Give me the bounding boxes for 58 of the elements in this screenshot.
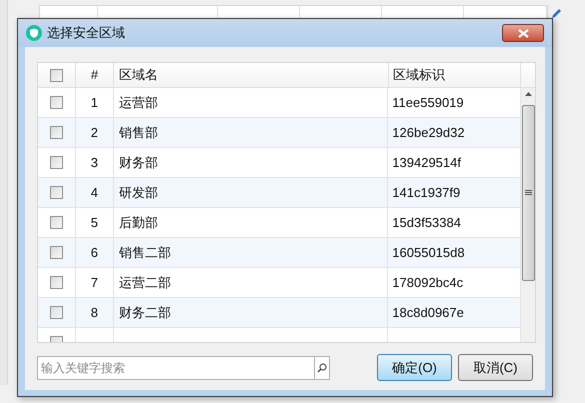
table-cell: 4 <box>76 178 114 207</box>
column-header: 区域名 <box>114 63 389 87</box>
scrollbar[interactable] <box>520 88 535 342</box>
checkbox[interactable] <box>50 246 63 259</box>
table-cell-text: 11ee559019 <box>391 94 465 112</box>
checkbox[interactable] <box>50 96 63 109</box>
table-cell: 1 <box>76 88 114 117</box>
table-cell: 7 <box>76 268 114 297</box>
table-cell: 财务二部 <box>114 298 388 327</box>
search-icon[interactable] <box>317 362 327 372</box>
checkbox[interactable] <box>50 186 63 199</box>
scroll-up-icon[interactable] <box>524 92 532 96</box>
shield-icon <box>26 25 42 41</box>
close-button[interactable] <box>502 24 544 42</box>
table-cell: 8 <box>76 298 114 327</box>
table-cell: 6 <box>76 238 114 267</box>
table-row[interactable]: 7 运营二部 178092bc4c <box>38 268 520 298</box>
checkbox[interactable] <box>50 306 63 319</box>
table-cell: 运营部 <box>114 88 388 117</box>
table-cell-text: 139429514f <box>391 154 462 172</box>
table-cell: 5 <box>76 208 114 237</box>
table-cell-text: 178092bc4c <box>391 274 464 292</box>
table-cell-text: 18c8d0967e <box>391 304 465 322</box>
table-row[interactable]: 5 后勤部 15d3f53384 <box>38 208 520 238</box>
table-row[interactable]: 2 销售部 126be29d32 <box>38 118 520 148</box>
window-title: 选择安全区域 <box>47 24 125 42</box>
grip-icon <box>524 190 532 196</box>
checkbox[interactable] <box>50 68 63 82</box>
checkbox[interactable] <box>50 126 63 139</box>
table-cell: 研发部 <box>114 178 388 207</box>
pencil-icon[interactable] <box>550 8 562 20</box>
table-row[interactable]: 8 财务二部 18c8d0967e <box>38 298 520 328</box>
table-cell: 后勤部 <box>114 208 388 237</box>
checkbox[interactable] <box>50 156 63 169</box>
table-cell: 销售部 <box>114 118 388 147</box>
table-row[interactable]: 3 财务部 139429514f <box>38 148 520 178</box>
table-row[interactable]: 6 销售二部 16055015d8 <box>38 238 520 268</box>
scroll-thumb[interactable] <box>522 105 535 281</box>
table-cell-text: 141c1937f9 <box>391 184 462 202</box>
table-cell: 销售二部 <box>114 238 388 267</box>
table-cell: 3 <box>76 148 114 177</box>
dialog-button[interactable]: 取消(C) <box>458 354 533 381</box>
checkbox[interactable] <box>50 216 63 229</box>
checkbox[interactable] <box>50 276 63 289</box>
table-cell: 财务部 <box>114 148 388 177</box>
search-field[interactable]: 输入关键字搜索 <box>37 356 315 380</box>
table-cell: 2 <box>76 118 114 147</box>
table-row[interactable]: 4 研发部 141c1937f9 <box>38 178 520 208</box>
column-header: 区域标识 <box>389 63 521 87</box>
table-cell-text: 16055015d8 <box>391 244 466 262</box>
table-row[interactable]: 1 运营部 11ee559019 <box>38 88 520 118</box>
close-icon <box>518 28 528 38</box>
search-button[interactable] <box>315 356 330 380</box>
table-cell-text: 15d3f53384 <box>391 214 462 232</box>
table-cell: 运营二部 <box>114 268 388 297</box>
table-cell-text: 126be29d32 <box>391 124 466 142</box>
dialog-button[interactable]: 确定(O) <box>377 354 452 381</box>
column-header: # <box>76 63 114 87</box>
